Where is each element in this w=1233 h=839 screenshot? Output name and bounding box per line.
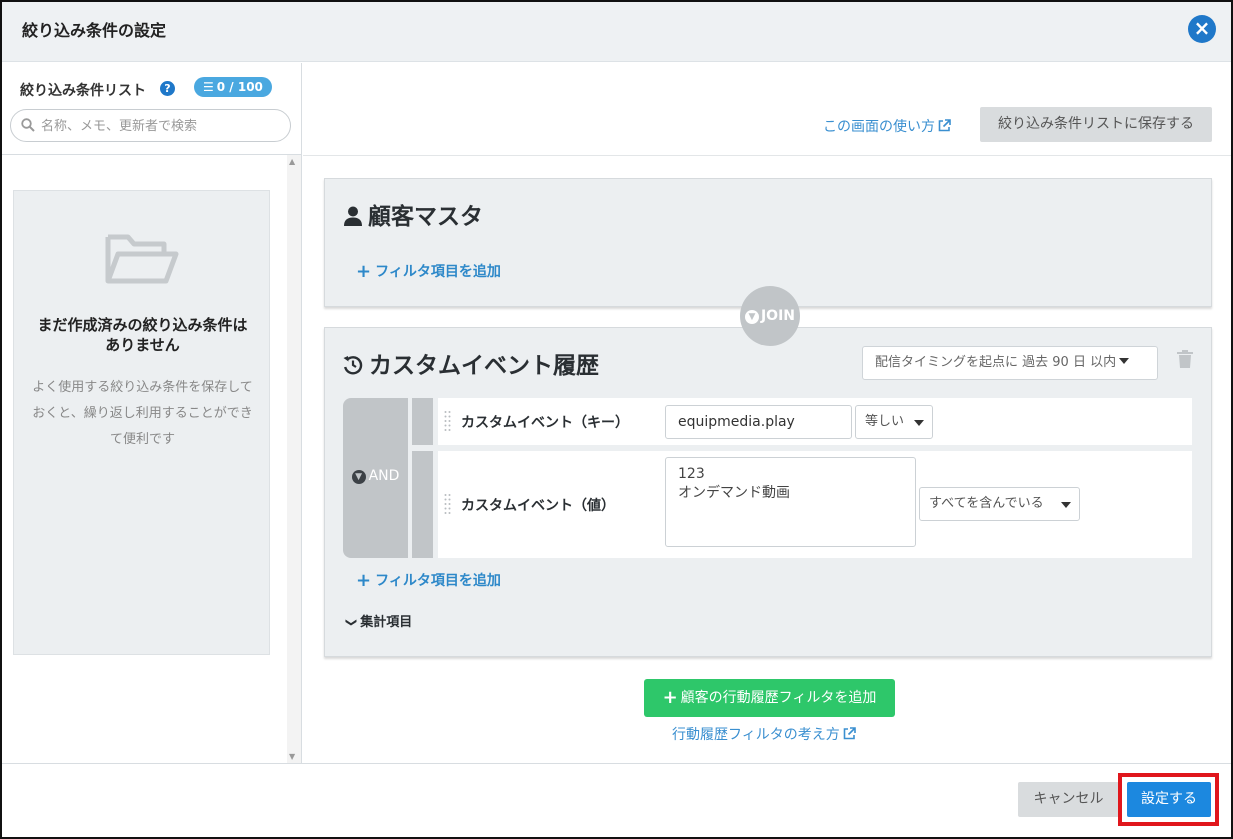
empty-state-description: よく使用する絞り込み条件を保存しておくと、繰り返し利用することができて便利です [32,380,253,447]
add-filter-label: フィルタ項目を追加 [375,573,501,589]
sidebar-divider [2,154,302,155]
timing-select[interactable]: 配信タイミングを起点に 過去 90 日 以内 [862,346,1158,380]
add-filter-link-event[interactable]: + フィルタ項目を追加 [356,570,501,591]
row-handle-bar [412,451,433,558]
count-badge: ☰ 0 / 100 [194,77,272,97]
sidebar-scrollbar[interactable]: ▲ ▼ [287,155,301,763]
filter-row: カスタムイベント（キー） equipmedia.play 等しい [438,398,1192,445]
search-box[interactable] [10,109,291,142]
add-behavior-filter-button[interactable]: + 顧客の行動履歴フィルタを追加 [644,679,895,717]
external-link-icon [843,727,856,740]
event-value-textarea[interactable]: 123 オンデマンド動画 [665,457,916,547]
save-to-list-button[interactable]: 絞り込み条件リストに保存する [980,107,1212,142]
caret-down-icon [1061,502,1071,508]
howto-link[interactable]: この画面の使い方 [823,116,951,136]
aggregate-toggle[interactable]: ❯ 集計項目 [345,611,413,630]
filter-row-label: カスタムイベント（キー） [461,415,629,431]
filter-row-label: カスタムイベント（値） [461,498,615,514]
folder-open-icon [105,234,179,284]
aggregate-label: 集計項目 [360,615,413,630]
row-handle-bar [412,398,433,445]
dialog: 絞り込み条件の設定 × 絞り込み条件リスト ? ☰0 / 100 まだ作成済みの… [0,0,1233,839]
chevron-down-icon: ❯ [345,617,359,628]
dialog-footer: キャンセル 設定する [2,763,1231,837]
scroll-up-arrow[interactable]: ▲ [289,157,295,166]
add-filter-link-customer[interactable]: + フィルタ項目を追加 [356,261,501,282]
caret-down-icon [1119,358,1130,364]
empty-state-title: まだ作成済みの絞り込み条件はありません [37,316,248,354]
condition-list-sidebar: 絞り込み条件リスト ? ☰0 / 100 まだ作成済みの絞り込み条件はありません… [2,63,302,763]
howto-link-label: この画面の使い方 [823,119,935,135]
plus-icon: + [662,687,678,708]
and-label-row: ▼ AND [343,468,408,484]
and-label: AND [368,468,400,484]
custom-event-title-row: カスタムイベント履歴 [343,346,599,380]
grip-icon[interactable] [444,493,451,515]
operator-select-value: すべてを含んでいる [929,496,1044,511]
chevron-down-icon: ▼ [744,310,759,324]
dialog-title: 絞り込み条件の設定 [22,21,167,40]
filter-editor: この画面の使い方 絞り込み条件リストに保存する 顧客マスタ + フィルタ項目を追加… [303,63,1231,763]
operator-select-value: 等しい [865,414,905,429]
plus-icon: + [356,261,372,282]
cancel-button[interactable]: キャンセル [1018,782,1119,817]
operator-select[interactable]: 等しい [855,405,933,439]
event-key-input[interactable]: equipmedia.play [665,405,852,439]
close-icon[interactable]: × [1188,15,1216,43]
dialog-header: 絞り込み条件の設定 × [2,2,1231,62]
join-toggle[interactable]: ▼ JOIN [740,286,800,346]
history-icon [343,356,363,375]
external-link-icon [938,119,951,132]
plus-icon: + [356,570,372,591]
add-behavior-filter-label: 顧客の行動履歴フィルタを追加 [680,690,877,706]
timing-select-value: 配信タイミングを起点に 過去 90 日 以内 [875,355,1117,370]
and-logic-toggle[interactable]: ▼ AND [343,398,408,558]
custom-event-card: カスタムイベント履歴 配信タイミングを起点に 過去 90 日 以内 ▼ AND カ… [324,327,1212,657]
filter-row: カスタムイベント（値） 123 オンデマンド動画 すべてを含んでいる [438,451,1192,558]
grip-icon[interactable] [444,410,451,432]
operator-select[interactable]: すべてを含んでいる [919,487,1080,521]
search-icon [21,118,35,132]
user-icon [344,206,362,226]
customer-master-title: 顧客マスタ [368,204,483,230]
help-icon[interactable]: ? [160,81,175,96]
toolbar-divider [303,155,1231,156]
list-icon: ☰ [203,80,214,94]
behavior-filter-guide-label: 行動履歴フィルタの考え方 [672,727,840,743]
empty-state-panel: まだ作成済みの絞り込み条件はありません よく使用する絞り込み条件を保存しておくと… [13,190,270,655]
count-badge-text: 0 / 100 [216,80,263,94]
search-input[interactable] [41,115,281,137]
confirm-button[interactable]: 設定する [1127,782,1211,817]
custom-event-title: カスタムイベント履歴 [369,353,599,379]
caret-down-icon [914,420,924,426]
chevron-down-icon: ▼ [351,470,366,484]
trash-icon[interactable] [1177,350,1193,368]
behavior-filter-guide-link[interactable]: 行動履歴フィルタの考え方 [672,724,856,744]
condition-list-title: 絞り込み条件リスト [20,83,146,99]
join-label: JOIN [760,308,796,324]
customer-master-title-row: 顧客マスタ [344,197,483,231]
add-filter-label: フィルタ項目を追加 [375,264,501,280]
scroll-down-arrow[interactable]: ▼ [289,752,295,761]
